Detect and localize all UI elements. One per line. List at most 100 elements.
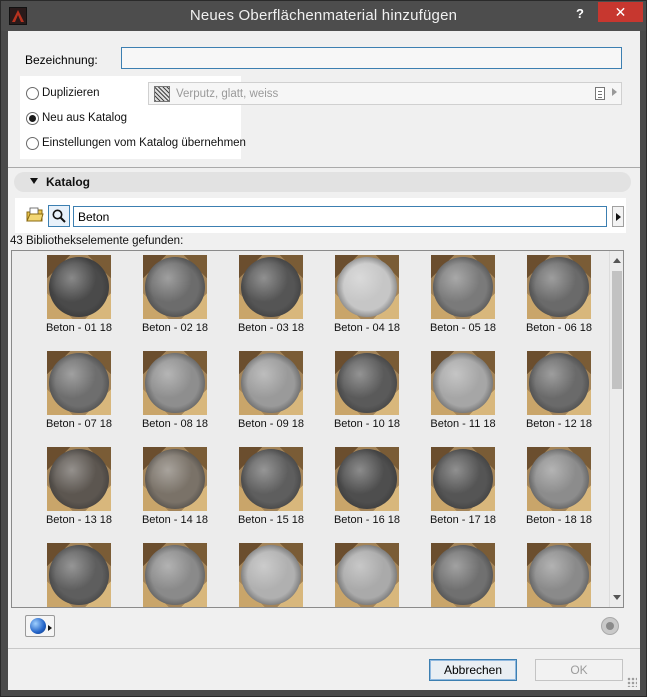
globe-icon [30, 618, 46, 634]
catalog-item-label: Beton - 08 18 [141, 418, 209, 430]
catalog-item-label: Beton - 07 18 [45, 418, 113, 430]
material-preview [239, 351, 303, 415]
catalog-section-header[interactable]: Katalog [14, 172, 631, 192]
catalog-item[interactable] [132, 539, 218, 607]
catalog-item[interactable]: Beton - 13 18 [36, 443, 122, 535]
help-button[interactable]: ? [569, 4, 591, 24]
catalog-item[interactable]: Beton - 15 18 [228, 443, 314, 535]
material-preview [527, 543, 591, 607]
material-preview [47, 447, 111, 511]
catalog-item[interactable] [516, 539, 602, 607]
material-preview [143, 543, 207, 607]
catalog-results-list[interactable]: Beton - 01 18 Beton - 02 18 Beton - 03 18 B… [11, 250, 624, 608]
material-preview [527, 255, 591, 319]
title-bar[interactable]: Neues Oberflächenmaterial hinzufügen ? ✕ [1, 1, 646, 31]
material-sphere [433, 449, 493, 509]
material-preview [143, 255, 207, 319]
catalog-item[interactable]: Beton - 02 18 [132, 251, 218, 343]
catalog-item[interactable]: Beton - 17 18 [420, 443, 506, 535]
material-preview [47, 543, 111, 607]
material-sphere [145, 257, 205, 317]
catalog-item[interactable]: Beton - 11 18 [420, 347, 506, 439]
radio-new-from-catalog[interactable] [26, 111, 39, 125]
option-new-from-catalog-label: Neu aus Katalog [42, 112, 128, 124]
name-input[interactable] [121, 47, 622, 69]
settings-dot-icon[interactable] [601, 617, 619, 635]
material-sphere [145, 353, 205, 413]
material-sphere [241, 257, 301, 317]
catalog-item-label: Beton - 13 18 [45, 514, 113, 526]
material-sphere [433, 257, 493, 317]
material-sphere [49, 353, 109, 413]
catalog-item[interactable]: Beton - 05 18 [420, 251, 506, 343]
footer-divider [8, 648, 640, 649]
catalog-item[interactable] [36, 539, 122, 607]
scroll-down-arrow-icon[interactable] [613, 595, 621, 600]
catalog-item[interactable]: Beton - 14 18 [132, 443, 218, 535]
source-material-field[interactable]: Verputz, glatt, weiss [148, 82, 622, 105]
dialog-window: Neues Oberflächenmaterial hinzufügen ? ✕… [0, 0, 647, 697]
catalog-item[interactable] [228, 539, 314, 607]
search-options-arrow[interactable] [612, 206, 624, 227]
catalog-grid: Beton - 01 18 Beton - 02 18 Beton - 03 18 B… [12, 251, 609, 607]
material-preview [239, 447, 303, 511]
scroll-up-arrow-icon[interactable] [613, 258, 621, 263]
catalog-item[interactable] [324, 539, 410, 607]
catalog-item-label: Beton - 10 18 [333, 418, 401, 430]
option-copy-settings-label: Einstellungen vom Katalog übernehmen [42, 137, 246, 149]
catalog-item[interactable]: Beton - 08 18 [132, 347, 218, 439]
chevron-right-icon[interactable] [612, 88, 617, 96]
material-preview [143, 351, 207, 415]
folder-open-icon[interactable] [26, 206, 44, 224]
material-sphere [241, 449, 301, 509]
close-button[interactable]: ✕ [598, 2, 643, 22]
source-material-text: Verputz, glatt, weiss [176, 87, 279, 100]
catalog-item[interactable]: Beton - 16 18 [324, 443, 410, 535]
catalog-item-label: Beton - 03 18 [237, 322, 305, 334]
vertical-scrollbar[interactable] [609, 251, 623, 607]
radio-copy-settings[interactable] [26, 136, 39, 150]
material-preview [335, 255, 399, 319]
catalog-item[interactable]: Beton - 07 18 [36, 347, 122, 439]
option-duplicate[interactable]: Duplizieren [26, 84, 100, 102]
collapse-triangle-icon [30, 178, 38, 184]
material-sphere [49, 545, 109, 605]
catalog-item[interactable]: Beton - 04 18 [324, 251, 410, 343]
catalog-item[interactable]: Beton - 09 18 [228, 347, 314, 439]
catalog-item-label: Beton - 02 18 [141, 322, 209, 334]
catalog-item[interactable]: Beton - 10 18 [324, 347, 410, 439]
material-preview [527, 351, 591, 415]
name-label: Bezeichnung: [25, 53, 98, 67]
window-title: Neues Oberflächenmaterial hinzufügen [189, 7, 458, 24]
material-sphere [529, 449, 589, 509]
search-button[interactable] [48, 205, 70, 227]
option-new-from-catalog[interactable]: Neu aus Katalog [26, 109, 127, 127]
catalog-item[interactable]: Beton - 01 18 [36, 251, 122, 343]
radio-duplicate[interactable] [26, 86, 39, 100]
cancel-button[interactable]: Abbrechen [429, 659, 517, 681]
document-icon[interactable] [595, 87, 605, 100]
catalog-item[interactable]: Beton - 12 18 [516, 347, 602, 439]
material-sphere [529, 353, 589, 413]
material-sphere [49, 257, 109, 317]
material-preview [431, 543, 495, 607]
material-sphere [529, 257, 589, 317]
option-copy-settings[interactable]: Einstellungen vom Katalog übernehmen [26, 134, 246, 152]
catalog-item-label: Beton - 16 18 [333, 514, 401, 526]
scroll-thumb[interactable] [612, 271, 622, 389]
material-preview [47, 255, 111, 319]
catalog-item-label: Beton - 17 18 [429, 514, 497, 526]
material-preview [239, 255, 303, 319]
ok-button[interactable]: OK [535, 659, 623, 681]
catalog-item[interactable]: Beton - 18 18 [516, 443, 602, 535]
catalog-item[interactable] [420, 539, 506, 607]
catalog-item-label: Beton - 12 18 [525, 418, 593, 430]
catalog-item[interactable]: Beton - 03 18 [228, 251, 314, 343]
catalog-item[interactable]: Beton - 06 18 [516, 251, 602, 343]
catalog-header-label: Katalog [46, 175, 91, 189]
preview-mode-button[interactable] [25, 615, 55, 637]
resize-grip[interactable] [627, 677, 637, 687]
catalog-item-label: Beton - 18 18 [525, 514, 593, 526]
catalog-item-label: Beton - 06 18 [525, 322, 593, 334]
catalog-search-input[interactable] [73, 206, 607, 227]
